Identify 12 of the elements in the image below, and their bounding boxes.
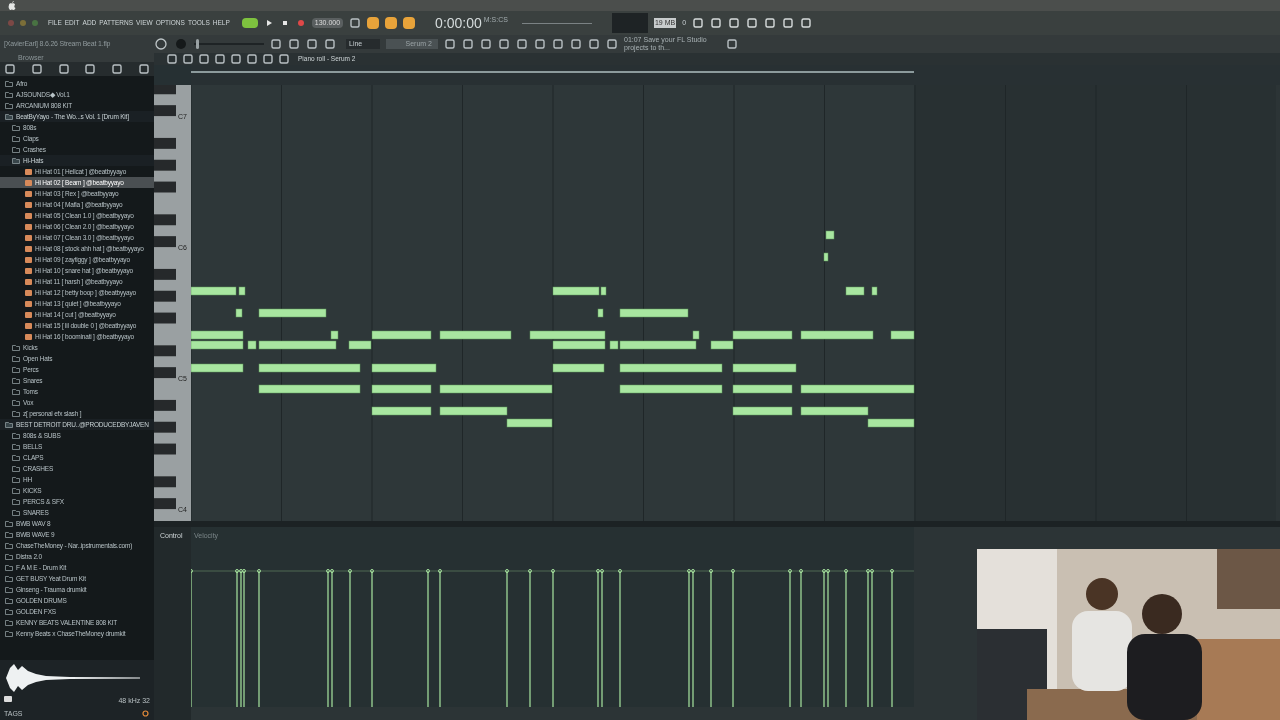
cpu-meter xyxy=(611,13,648,33)
knob-icon[interactable] xyxy=(154,37,168,51)
time-display: 0:00:00 xyxy=(435,13,482,33)
master-pitch-thumb[interactable] xyxy=(195,39,199,49)
pattern-song-toggle[interactable] xyxy=(241,18,258,28)
toggle-icon[interactable] xyxy=(403,17,416,29)
toggle-icon[interactable] xyxy=(385,17,398,29)
velocity-drawing[interactable] xyxy=(191,527,915,707)
apple-logo-icon[interactable] xyxy=(8,1,16,10)
record-icon[interactable] xyxy=(295,18,306,28)
toggle-icon[interactable] xyxy=(367,17,380,29)
piano-keys-drawing[interactable] xyxy=(154,85,191,521)
